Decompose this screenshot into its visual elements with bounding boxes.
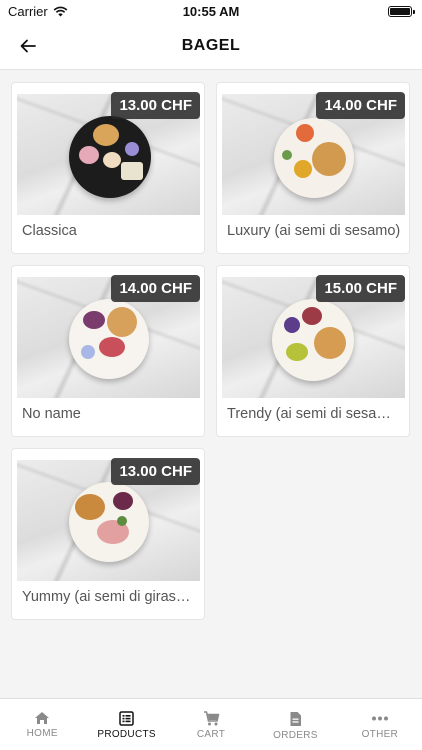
product-name: Yummy (ai semi di girasole) [22,589,196,605]
product-card[interactable]: 15.00 CHF Trendy (ai semi di sesamo) [216,265,410,437]
back-arrow-icon [20,39,36,53]
navigation-bar: BAGEL [0,22,422,70]
page-title: BAGEL [181,36,241,54]
document-icon [290,712,301,726]
price-badge: 14.00 CHF [111,275,200,302]
cart-icon [203,711,219,726]
product-card[interactable]: 13.00 CHF Classica [11,82,205,254]
price-badge: 13.00 CHF [111,92,200,119]
price-badge: 13.00 CHF [111,458,200,485]
tab-cart-label: CART [196,729,226,740]
battery-icon [388,5,415,17]
tab-orders[interactable]: ORDERS [253,699,337,750]
product-card[interactable]: 13.00 CHF Yummy (ai semi di girasole) [11,448,205,620]
wifi-icon [53,6,68,16]
tab-products-label: PRODUCTS [97,729,156,740]
more-icon [371,716,388,721]
price-badge: 14.00 CHF [316,92,405,119]
product-grid: 13.00 CHF Classica 14.00 CHF Luxury (ai … [0,70,422,698]
product-card[interactable]: 14.00 CHF No name [11,265,205,437]
tab-home-label: HOME [26,728,58,739]
product-name: No name [22,406,81,422]
product-name: Trendy (ai semi di sesamo) [227,406,401,422]
product-card[interactable]: 14.00 CHF Luxury (ai semi di sesamo) [216,82,410,254]
home-icon [35,712,50,724]
price-badge: 15.00 CHF [316,275,405,302]
list-icon [119,711,134,726]
carrier-info: Carrier [8,4,68,19]
carrier-label: Carrier [8,3,48,19]
tab-cart[interactable]: CART [169,699,253,750]
tab-other-label: OTHER [361,729,399,740]
status-bar: Carrier 10:55 AM [0,0,422,22]
product-name: Luxury (ai semi di sesamo) [227,223,401,239]
back-button[interactable] [16,34,40,58]
tab-orders-label: ORDERS [273,730,318,741]
tab-products[interactable]: PRODUCTS [84,699,168,750]
tab-bar: HOME PRODUCTS CART ORDERS OTHER [0,698,422,750]
tab-other[interactable]: OTHER [338,699,422,750]
product-name: Classica [22,223,77,239]
tab-home[interactable]: HOME [0,699,84,750]
